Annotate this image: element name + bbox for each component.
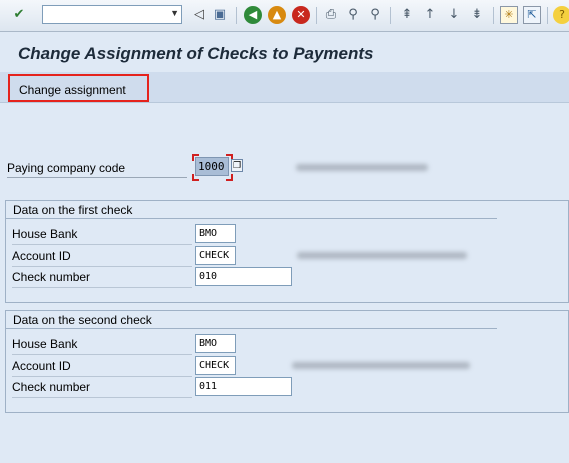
toolbar-separator bbox=[236, 7, 237, 24]
title-bar: Change Assignment of Checks to Payments bbox=[0, 32, 569, 68]
save-icon[interactable]: ▣ bbox=[211, 6, 229, 24]
last-page-icon[interactable]: ⇟ bbox=[468, 6, 486, 24]
toolbar-separator bbox=[316, 7, 317, 24]
print-icon[interactable]: ⎙ bbox=[322, 6, 340, 24]
toolbar-separator bbox=[547, 7, 548, 24]
command-field[interactable]: ▼ bbox=[42, 5, 182, 24]
find-icon[interactable]: ⚲ bbox=[344, 6, 362, 24]
application-toolbar: Change assignment bbox=[0, 72, 569, 103]
account-id-label: Account ID bbox=[12, 246, 192, 267]
check-number-input[interactable]: 011 bbox=[195, 377, 292, 396]
standard-toolbar: ✔ ▼ ◁ ▣ ◀ ▲ ✕ ⎙ ⚲ ⚲ ⇞ ↑ ↓ ⇟ ✳ ⇱ ? bbox=[0, 0, 569, 32]
check-number-input[interactable]: 010 bbox=[195, 267, 292, 286]
chevron-down-icon[interactable]: ▼ bbox=[170, 8, 179, 18]
house-bank-label: House Bank bbox=[12, 334, 192, 355]
history-back-icon[interactable]: ◁ bbox=[190, 6, 208, 24]
change-assignment-label: Change assignment bbox=[19, 83, 126, 97]
paying-company-code-field[interactable]: 1000 bbox=[195, 157, 229, 176]
previous-page-icon[interactable]: ↑ bbox=[421, 6, 439, 24]
focus-corner bbox=[192, 154, 199, 161]
page-title: Change Assignment of Checks to Payments bbox=[18, 44, 374, 63]
next-page-icon[interactable]: ↓ bbox=[445, 6, 463, 24]
house-bank-input[interactable]: BMO bbox=[195, 224, 236, 243]
house-bank-label: House Bank bbox=[12, 224, 192, 245]
check-number-label: Check number bbox=[12, 377, 192, 398]
first-check-heading: Data on the first check bbox=[13, 203, 133, 217]
check-number-label: Check number bbox=[12, 267, 192, 288]
focus-corner bbox=[226, 174, 233, 181]
second-check-group-header: Data on the second check bbox=[6, 311, 497, 329]
toolbar-separator bbox=[493, 7, 494, 24]
account-id-input[interactable]: CHECK bbox=[195, 356, 236, 375]
find-next-icon[interactable]: ⚲ bbox=[366, 6, 384, 24]
second-check-heading: Data on the second check bbox=[13, 313, 152, 327]
matchcode-icon[interactable]: ❐ bbox=[231, 159, 243, 172]
second-check-group: Data on the second check House Bank BMO … bbox=[5, 310, 569, 413]
first-page-icon[interactable]: ⇞ bbox=[398, 6, 416, 24]
house-bank-input[interactable]: BMO bbox=[195, 334, 236, 353]
first-check-group-header: Data on the first check bbox=[6, 201, 497, 219]
change-assignment-button[interactable]: Change assignment bbox=[8, 74, 149, 102]
toolbar-separator bbox=[390, 7, 391, 24]
new-session-icon[interactable]: ✳ bbox=[500, 6, 518, 24]
redacted-text bbox=[292, 362, 470, 369]
redacted-text bbox=[296, 164, 428, 171]
first-check-group: Data on the first check House Bank BMO A… bbox=[5, 200, 569, 303]
cancel-icon[interactable]: ✕ bbox=[292, 6, 310, 24]
back-icon[interactable]: ◀ bbox=[244, 6, 262, 24]
redacted-text bbox=[297, 252, 467, 259]
paying-company-code-label: Paying company code bbox=[7, 161, 187, 178]
focus-corner bbox=[192, 174, 199, 181]
enter-icon[interactable]: ✔ bbox=[10, 6, 28, 24]
exit-icon[interactable]: ▲ bbox=[268, 6, 286, 24]
account-id-input[interactable]: CHECK bbox=[195, 246, 236, 265]
help-icon[interactable]: ? bbox=[553, 6, 569, 24]
shortcut-icon[interactable]: ⇱ bbox=[523, 6, 541, 24]
account-id-label: Account ID bbox=[12, 356, 192, 377]
